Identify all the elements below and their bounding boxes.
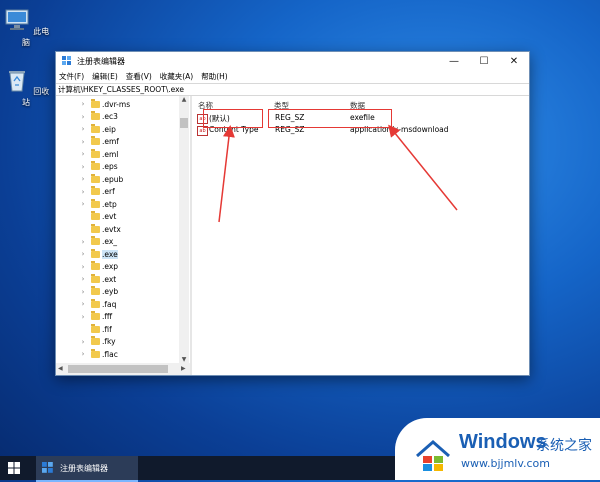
arrow-to-default: [218, 125, 235, 223]
taskbar-app-label: 注册表编辑器: [60, 463, 108, 473]
annotation-arrows: [218, 124, 458, 223]
windows-logo-icon: [416, 440, 450, 471]
windows-start-icon[interactable]: [8, 462, 20, 474]
registry-editor-icon: [42, 462, 53, 473]
arrow-to-exefile: [388, 124, 458, 211]
watermark-suffix: 系统之家: [536, 438, 592, 454]
taskbar-app-registry-editor[interactable]: 注册表编辑器: [36, 456, 138, 482]
watermark-url: www.bjjmlv.com: [461, 457, 550, 470]
watermark-brand: Windows: [459, 431, 547, 453]
watermark: Windows 系统之家 www.bjjmlv.com: [395, 418, 600, 480]
